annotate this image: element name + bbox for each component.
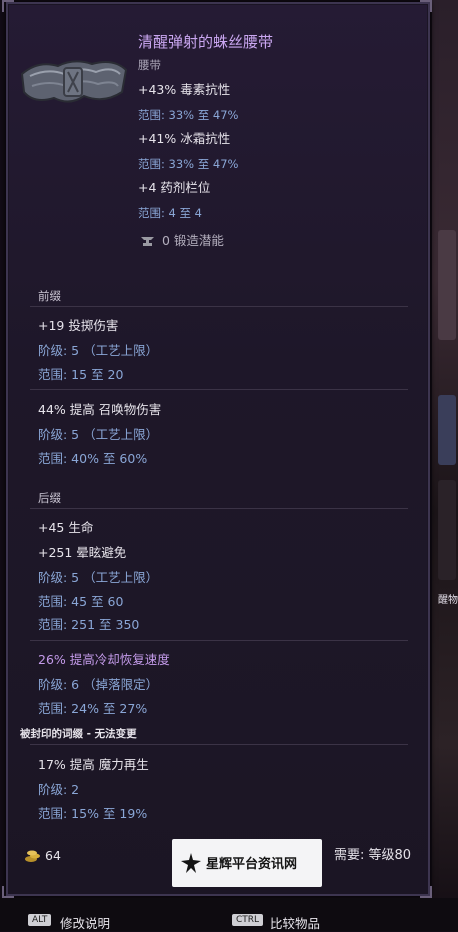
prefix-tier: 阶级: 5 （工艺上限）	[38, 343, 159, 358]
prefix-stat: 44% 提高 召唤物伤害	[38, 402, 162, 417]
modify-description-label[interactable]: 修改说明	[60, 913, 110, 932]
divider	[30, 640, 408, 641]
watermark: 星辉平台资讯网	[172, 839, 322, 887]
divider	[30, 389, 408, 390]
suffix-header: 后缀	[38, 491, 61, 505]
belt-icon	[20, 60, 128, 103]
divider	[30, 508, 408, 509]
sealed-header: 被封印的词缀 - 无法变更	[20, 728, 137, 740]
suffix-stat: +251 晕眩避免	[38, 545, 127, 560]
side-art-lower	[438, 480, 456, 580]
sealed-stat: 17% 提高 魔力再生	[38, 757, 149, 772]
gold-icon	[25, 850, 40, 862]
prefix-range: 范围: 15 至 20	[38, 367, 124, 382]
implicit-stat: +41% 冰霜抗性	[138, 131, 231, 146]
prefix-header: 前缀	[38, 289, 61, 303]
level-requirement: 需要: 等级80	[334, 848, 412, 863]
prefix-range: 范围: 40% 至 60%	[38, 451, 148, 466]
sealed-range: 范围: 15% 至 19%	[38, 806, 148, 821]
alt-key[interactable]: ALT	[28, 914, 52, 926]
prefix-tier: 阶级: 5 （工艺上限）	[38, 427, 159, 442]
side-panel-text: 醒物	[438, 595, 458, 606]
gold-value: 64	[45, 848, 61, 863]
implicit-range: 范围: 33% 至 47%	[138, 108, 239, 122]
item-name: 清醒弹射的蛛丝腰带	[138, 33, 274, 51]
side-art-upper	[438, 230, 456, 340]
divider	[30, 744, 408, 745]
frame-corner	[2, 0, 14, 12]
side-panel: 醒物	[432, 0, 458, 931]
exalted-suffix-stat: 26% 提高冷却恢复速度	[38, 652, 170, 667]
watermark-text: 星辉平台资讯网	[206, 857, 298, 872]
implicit-stat: +4 药剂栏位	[138, 180, 211, 195]
suffix-tier: 阶级: 6 （掉落限定）	[38, 677, 159, 692]
prefix-stat: +19 投掷伤害	[38, 318, 119, 333]
frame-corner	[420, 0, 432, 12]
suffix-stat: +45 生命	[38, 520, 94, 535]
implicit-stat: +43% 毒素抗性	[138, 82, 231, 97]
suffix-tier: 阶级: 5 （工艺上限）	[38, 570, 159, 585]
divider	[30, 306, 408, 307]
side-art-middle	[438, 395, 456, 465]
item-type: 腰带	[138, 58, 161, 72]
watermark-logo-icon	[181, 853, 201, 873]
implicit-range: 范围: 4 至 4	[138, 206, 202, 220]
suffix-range: 范围: 24% 至 27%	[38, 701, 148, 716]
ctrl-key[interactable]: CTRL	[232, 914, 264, 926]
implicit-range: 范围: 33% 至 47%	[138, 157, 239, 171]
suffix-range: 范围: 45 至 60	[38, 594, 124, 609]
forging-potential: 0 锻造潜能	[162, 233, 224, 248]
frame-corner	[2, 886, 14, 898]
frame-corner	[420, 886, 432, 898]
compare-items-label[interactable]: 比较物品	[270, 913, 320, 932]
suffix-range: 范围: 251 至 350	[38, 617, 140, 632]
anvil-icon	[141, 237, 154, 246]
sealed-tier: 阶级: 2	[38, 782, 80, 797]
